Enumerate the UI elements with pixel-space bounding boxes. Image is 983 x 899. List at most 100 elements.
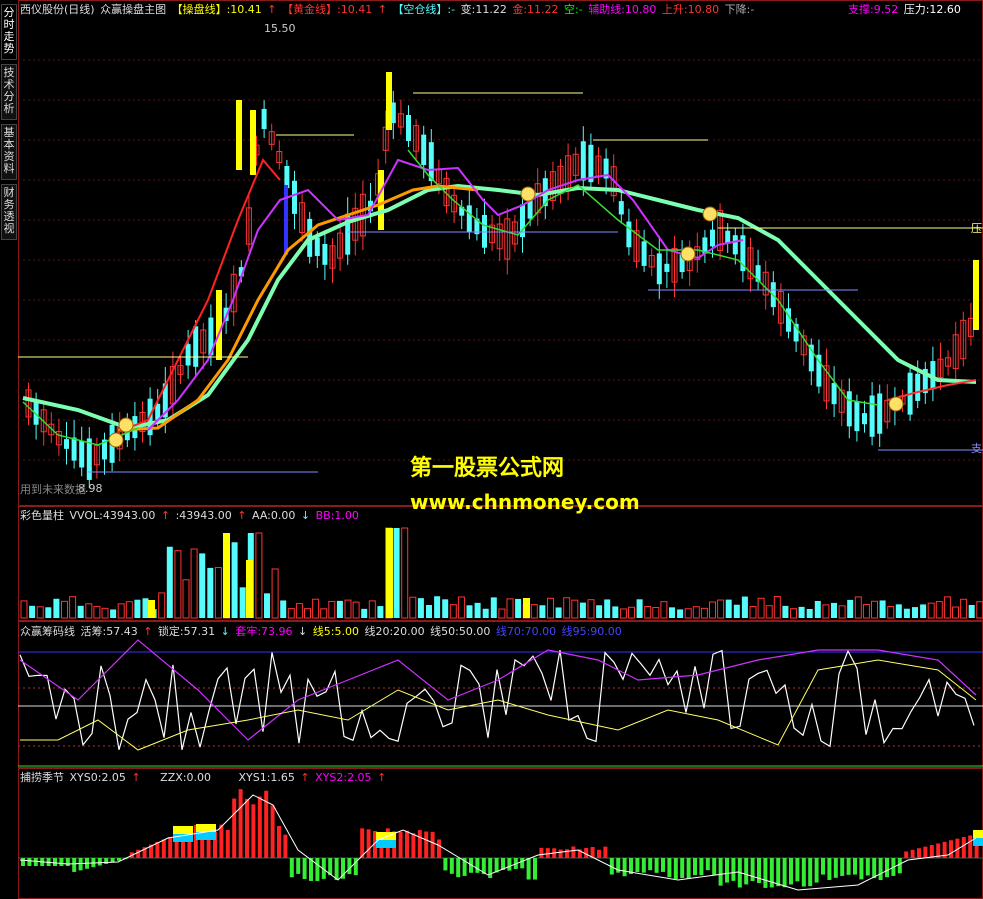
volume-bar: [920, 604, 927, 618]
pressure-marker: 压: [971, 222, 982, 235]
volume-bar: [677, 609, 684, 618]
tab-intraday[interactable]: 分时走势: [1, 4, 17, 60]
volume-bar: [652, 607, 660, 619]
candle-down: [185, 344, 191, 366]
candle-down: [261, 108, 267, 130]
volume-bar: [943, 596, 951, 619]
candle-down: [854, 401, 860, 432]
bulao-bar: [225, 830, 230, 858]
bulao-bar: [245, 798, 249, 858]
candle-down: [71, 437, 77, 461]
volume-bar: [749, 606, 757, 619]
chouma-name[interactable]: 众赢筹码线: [20, 625, 75, 638]
x95-value: 线95:90.00: [561, 625, 622, 638]
bulao-bar: [821, 858, 825, 875]
volume-bar: [199, 553, 206, 618]
bulao-bar: [725, 858, 729, 883]
volume-bar: [798, 606, 805, 618]
candle-down: [641, 241, 647, 266]
xys2-value: XYS2:2.05: [315, 771, 372, 784]
volume-bar: [636, 599, 643, 618]
candle-down: [322, 243, 328, 265]
bulao-bar: [667, 858, 672, 878]
bulao-bar: [456, 858, 461, 878]
volume-bar: [822, 604, 830, 619]
volume-bar: [304, 608, 311, 619]
bulao-bar: [968, 835, 973, 858]
candle-down: [664, 263, 670, 272]
volume-yellow-bar: [246, 560, 253, 618]
tab-technical[interactable]: 技术分析: [1, 64, 17, 120]
volume-bar: [847, 599, 854, 618]
volume-bar: [587, 599, 595, 619]
bulao-bar: [289, 858, 294, 878]
bulao-bar: [334, 858, 339, 881]
volume-bar: [506, 598, 514, 619]
volume-bar: [125, 601, 133, 619]
tab-finance[interactable]: 财务透视: [1, 184, 17, 240]
bulao-bar: [360, 828, 365, 858]
volume-bar: [457, 596, 465, 619]
tab-basic-info[interactable]: 基本资料: [1, 124, 17, 180]
volume-bar: [571, 599, 579, 619]
volume-bar: [377, 606, 384, 618]
bulao-yellow-block: [973, 830, 983, 838]
candle-down: [618, 201, 624, 215]
signal-bar-blue: [284, 185, 288, 255]
stock-name[interactable]: 西仪股份(日线): [20, 3, 95, 16]
volume-bar: [264, 593, 270, 618]
volume-bar: [912, 607, 918, 618]
volume-bar: [401, 527, 409, 619]
volume-bar: [887, 606, 895, 619]
volume-bar: [158, 592, 166, 619]
vvol-value: VVOL:43943.00: [69, 509, 156, 522]
volume-bar: [765, 605, 773, 619]
candle-down: [406, 115, 411, 141]
bulao-bar: [347, 858, 352, 875]
bulao-bar: [686, 858, 691, 880]
xys1-value: XYS1:1.65: [238, 771, 295, 784]
volume-bar: [280, 600, 287, 618]
bulao-bar: [449, 858, 454, 874]
bulao-bar: [443, 858, 448, 871]
caopan-value: 【操盘线】:10.41: [171, 3, 262, 16]
signal-bar: [250, 110, 256, 175]
volume-bar: [814, 600, 821, 618]
bulao-bar: [699, 858, 704, 876]
candle-down: [421, 134, 427, 165]
bulao-bar: [53, 858, 57, 866]
volume-bar: [806, 609, 813, 618]
watermark-url: www.chnmoney.com: [410, 490, 640, 514]
bulao-name[interactable]: 捕捞季节: [20, 771, 64, 784]
volume-bar: [604, 599, 611, 618]
bb-value: BB:1.00: [315, 509, 359, 522]
volume-panel-border: [18, 506, 983, 621]
yali-value: 压力:12.60: [903, 3, 961, 16]
chart-area[interactable]: 西仪股份(日线) 众赢操盘主图 【操盘线】:10.41 ↑ 【黄金线】:10.4…: [18, 0, 983, 899]
bulao-bar: [270, 805, 275, 858]
bulao-bar: [904, 851, 909, 858]
shangsheng-value: 上升:10.80: [661, 3, 720, 16]
bulao-bar: [251, 804, 256, 858]
smiley-icon: [118, 417, 134, 433]
volume-bar: [182, 579, 190, 619]
volume-bar: [20, 600, 28, 619]
bulao-bar: [795, 858, 800, 882]
bulao-bar: [366, 829, 371, 858]
bulao-panel-border: [18, 768, 983, 899]
volume-bar: [328, 600, 336, 619]
volume-yellow-bar: [386, 528, 393, 618]
volume-name[interactable]: 彩色量柱: [20, 509, 64, 522]
volume-bar: [61, 600, 68, 619]
volume-bar: [612, 606, 619, 618]
volume-bar: [669, 607, 675, 618]
bulao-bar: [641, 858, 646, 873]
bulao-bar: [680, 858, 685, 878]
bulao-bar: [27, 858, 32, 866]
volume-bar: [482, 608, 489, 618]
kong-value: 空:-: [564, 3, 583, 16]
bulao-bar: [661, 858, 665, 872]
indicator-name[interactable]: 众赢操盘主图: [100, 3, 166, 16]
volume-bar: [596, 605, 603, 618]
volume-bar: [555, 607, 562, 618]
